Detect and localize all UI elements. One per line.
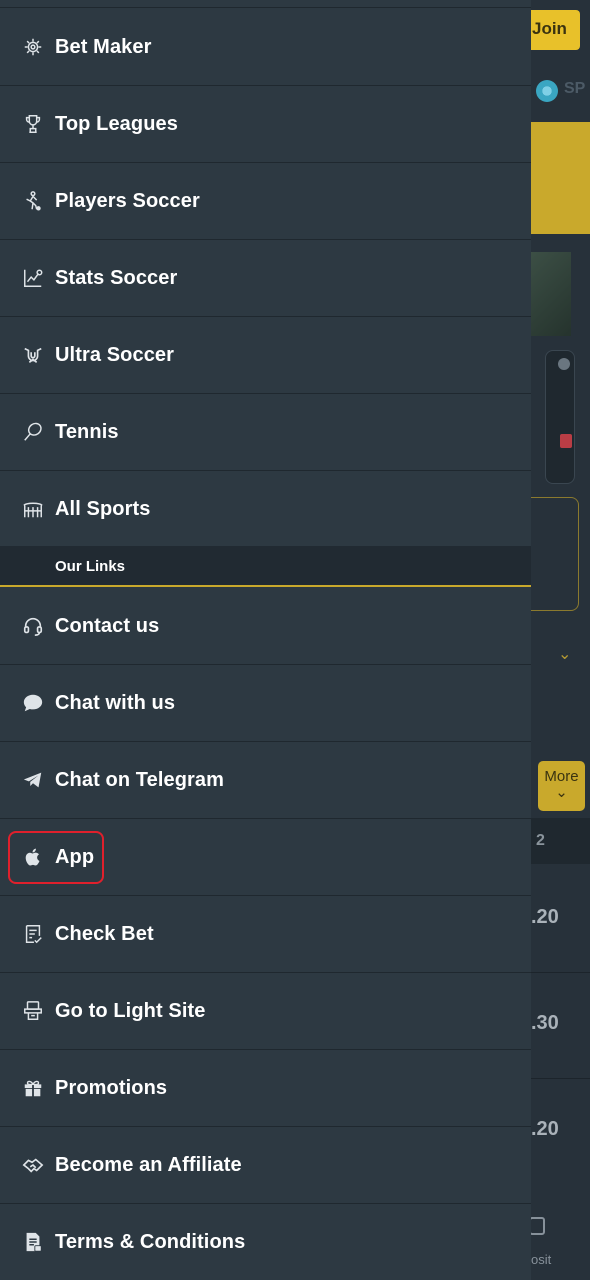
menu-item-label: Stats Soccer (55, 266, 178, 289)
sports-ball-icon (536, 80, 558, 102)
menu-item-all-sports[interactable]: All Sports (0, 471, 531, 548)
menu-item-top-leagues[interactable]: Top Leagues (0, 86, 531, 163)
headset-icon (22, 614, 44, 638)
odds-value[interactable]: .20 (531, 1118, 559, 1141)
drawer-top-edge (0, 0, 531, 8)
menu-item-label: Tennis (55, 420, 119, 443)
menu-item-app[interactable]: App (0, 819, 531, 896)
more-button[interactable]: More ⌄ (538, 761, 585, 811)
menu-item-label: Go to Light Site (55, 999, 206, 1022)
promo-banner[interactable] (531, 122, 590, 234)
menu-item-label: Top Leagues (55, 112, 178, 135)
chevron-down-icon[interactable]: ⌄ (558, 644, 571, 664)
player-icon (22, 189, 44, 213)
menu-item-label: Ultra Soccer (55, 343, 175, 366)
section-header-our-links: Our Links (0, 546, 531, 587)
menu-item-ultra-soccer[interactable]: Ultra Soccer (0, 317, 531, 394)
menu-item-label: Check Bet (55, 922, 154, 945)
chevron-down-icon: ⌄ (555, 784, 568, 801)
menu-item-go-to-light-site[interactable]: Go to Light Site (0, 973, 531, 1050)
menu-item-tennis[interactable]: Tennis (0, 394, 531, 471)
stats-chart-icon (22, 266, 44, 290)
menu-item-label: Contact us (55, 614, 160, 637)
event-card[interactable] (545, 350, 575, 484)
apple-icon (22, 845, 44, 869)
team-badge-icon (558, 358, 570, 370)
menu-item-label: Chat on Telegram (55, 768, 225, 791)
menu-item-chat-on-telegram[interactable]: Chat on Telegram (0, 742, 531, 819)
deposit-label[interactable]: osit (531, 1252, 551, 1267)
menu-item-label: Become an Affiliate (55, 1153, 242, 1176)
odds-value[interactable]: .20 (531, 906, 559, 929)
menu-item-contact-us[interactable]: Contact us (0, 588, 531, 665)
check-document-icon (22, 922, 44, 946)
menu-item-label: Bet Maker (55, 35, 152, 58)
telegram-icon (22, 768, 44, 792)
more-label: More (544, 768, 579, 785)
menu-item-chat-with-us[interactable]: Chat with us (0, 665, 531, 742)
menu-item-stats-soccer[interactable]: Stats Soccer (0, 240, 531, 317)
chat-bubble-icon (22, 691, 44, 715)
menu-item-bet-maker[interactable]: Bet Maker (0, 9, 531, 86)
ultra-soccer-icon (22, 343, 44, 367)
odds-column-header: 2 (536, 832, 545, 849)
divider (531, 972, 590, 973)
menu-item-players-soccer[interactable]: Players Soccer (0, 163, 531, 240)
bet-maker-icon (22, 35, 44, 59)
side-menu-drawer: Bet Maker Top Leagues Players Soccer Sta… (0, 0, 531, 1280)
handshake-icon (22, 1153, 44, 1177)
section-title: Our Links (55, 558, 126, 575)
featured-banner[interactable] (531, 252, 571, 336)
highlighted-card[interactable] (531, 497, 579, 611)
menu-item-label: Players Soccer (55, 189, 200, 212)
menu-item-terms-and-conditions[interactable]: Terms & Conditions (0, 1204, 531, 1280)
divider (531, 1078, 590, 1079)
menu-item-promotions[interactable]: Promotions (0, 1050, 531, 1127)
menu-item-label: Chat with us (55, 691, 176, 714)
menu-item-check-bet[interactable]: Check Bet (0, 896, 531, 973)
gift-icon (22, 1076, 44, 1100)
tennis-racket-icon (22, 420, 44, 444)
menu-item-label: All Sports (55, 497, 151, 520)
sports-tab-label[interactable]: SP (564, 80, 585, 98)
team-badge-icon (560, 434, 572, 448)
odds-value[interactable]: .30 (531, 1012, 559, 1035)
menu-item-label: App (55, 845, 95, 868)
menu-item-label: Promotions (55, 1076, 168, 1099)
stadium-icon (22, 497, 44, 521)
deposit-icon (529, 1217, 545, 1235)
trophy-icon (22, 112, 44, 136)
menu-item-become-an-affiliate[interactable]: Become an Affiliate (0, 1127, 531, 1204)
menu-item-label: Terms & Conditions (55, 1230, 246, 1253)
terms-document-icon (22, 1230, 44, 1254)
light-site-icon (22, 999, 44, 1023)
